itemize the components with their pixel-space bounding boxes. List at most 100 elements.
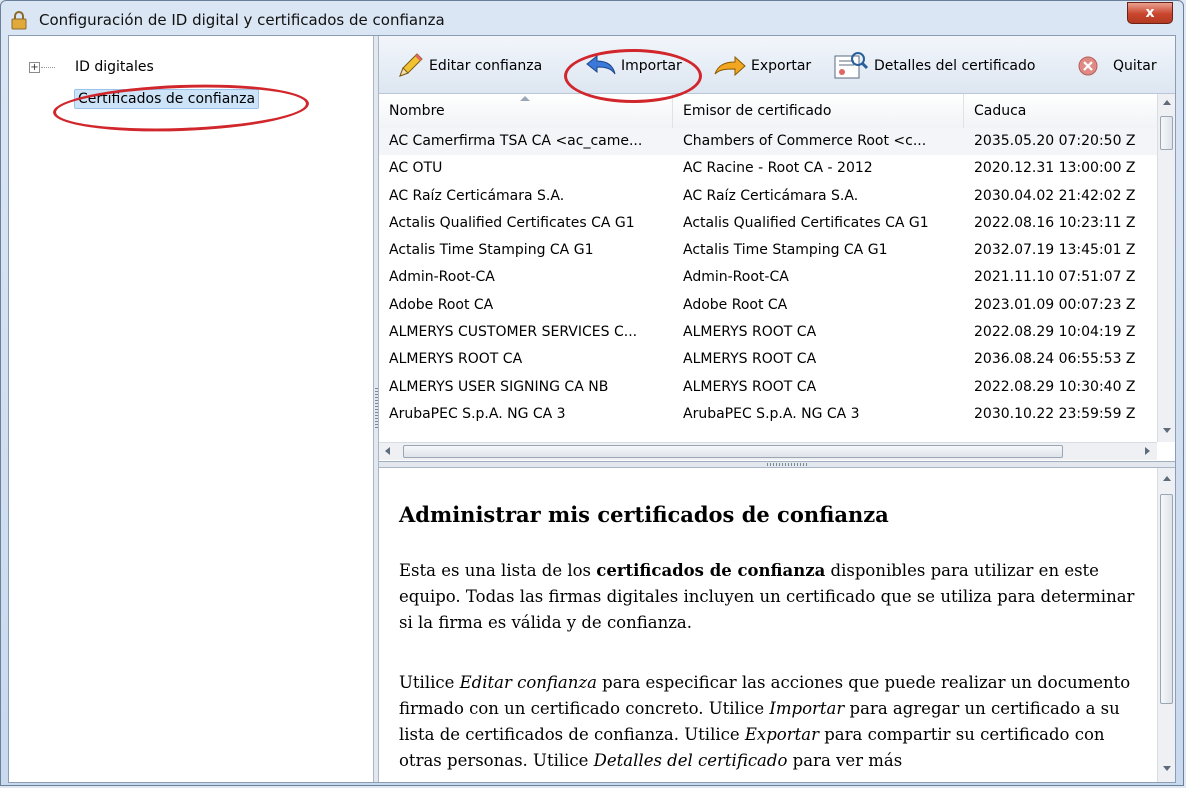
italic-text: Exportar xyxy=(744,725,819,744)
column-header-expires[interactable]: Caduca xyxy=(964,94,1157,128)
cell-issuer: ArubaPEC S.p.A. NG CA 3 xyxy=(683,405,860,422)
toolbar: Editar confianza Importar Exportar Detal… xyxy=(379,36,1175,94)
tree-item-trusted-certificates[interactable]: Certificados de confianza xyxy=(74,89,260,109)
table-row[interactable]: ArubaPEC S.p.A. NG CA 3 ArubaPEC S.p.A. N… xyxy=(379,401,1157,428)
cell-name: AC OTU xyxy=(389,160,443,177)
dialog-window: Configuración de ID digital y certificad… xyxy=(0,0,1184,786)
cell-expires: 2032.07.19 13:45:01 Z xyxy=(974,242,1136,259)
table-header: Nombre Emisor de certificado Caduca xyxy=(379,94,1157,129)
title-bar[interactable]: Configuración de ID digital y certificad… xyxy=(1,1,1183,37)
tree-connector xyxy=(41,67,55,68)
column-header-issuer-label: Emisor de certificado xyxy=(683,103,832,119)
cell-name: ALMERYS CUSTOMER SERVICES C... xyxy=(389,324,638,341)
cell-expires: 2022.08.29 10:30:40 Z xyxy=(974,378,1136,395)
column-header-issuer[interactable]: Emisor de certificado xyxy=(673,94,964,128)
scroll-down-icon[interactable] xyxy=(1163,766,1171,771)
scroll-thumb[interactable] xyxy=(1160,116,1173,150)
column-header-expires-label: Caduca xyxy=(974,103,1027,119)
text-run: Esta es una lista de los xyxy=(399,561,597,580)
cell-issuer: Adobe Root CA xyxy=(683,296,788,313)
description-paragraph-2: Utilice Editar confianza para especifica… xyxy=(399,670,1151,774)
description-paragraph-1: Esta es una lista de los certificados de… xyxy=(399,558,1151,636)
scroll-up-icon[interactable] xyxy=(1163,100,1171,105)
remove-icon xyxy=(1078,56,1098,76)
cell-expires: 2030.04.02 21:42:02 Z xyxy=(974,187,1136,204)
table-row[interactable]: Actalis Time Stamping CA G1 Actalis Time … xyxy=(379,237,1157,264)
import-button[interactable]: Importar xyxy=(585,54,682,78)
table-vertical-scrollbar[interactable] xyxy=(1157,94,1175,442)
cell-issuer: Actalis Qualified Certificates CA G1 xyxy=(683,214,929,231)
cell-name: Adobe Root CA xyxy=(389,296,494,313)
splitter-grip xyxy=(375,388,378,428)
cell-issuer: Actalis Time Stamping CA G1 xyxy=(683,242,888,259)
table-row[interactable]: AC Raíz Certicámara S.A. AC Raíz Certicám… xyxy=(379,183,1157,210)
cell-expires: 2022.08.16 10:23:11 Z xyxy=(974,214,1136,231)
lock-icon xyxy=(11,11,27,30)
certificates-pane: Editar confianza Importar Exportar Detal… xyxy=(379,36,1175,782)
table-row[interactable]: Adobe Root CA Adobe Root CA 2023.01.09 00:… xyxy=(379,292,1157,319)
scroll-down-icon[interactable] xyxy=(1163,428,1171,433)
cell-name: ArubaPEC S.p.A. NG CA 3 xyxy=(389,405,566,422)
cell-expires: 2021.11.10 07:51:07 Z xyxy=(974,269,1136,286)
sort-ascending-icon xyxy=(520,96,530,101)
cell-expires: 2022.08.29 10:04:19 Z xyxy=(974,324,1136,341)
certificate-details-button[interactable]: Detalles del certificado xyxy=(832,52,1036,79)
table-row[interactable]: Actalis Qualified Certificates CA G1 Acta… xyxy=(379,210,1157,237)
description-vertical-scrollbar[interactable] xyxy=(1157,468,1175,782)
export-arrow-icon xyxy=(714,55,746,77)
category-tree: + ID digitales Certificados de confianza xyxy=(9,36,373,782)
export-button[interactable]: Exportar xyxy=(713,54,811,78)
cell-name: Actalis Time Stamping CA G1 xyxy=(389,242,594,259)
export-label: Exportar xyxy=(751,58,812,74)
expand-icon[interactable]: + xyxy=(29,62,40,73)
table-row[interactable]: ALMERYS CUSTOMER SERVICES C... ALMERYS RO… xyxy=(379,319,1157,346)
cell-expires: 2020.12.31 13:00:00 Z xyxy=(974,160,1136,177)
table-row[interactable]: Admin-Root-CA Admin-Root-CA 2021.11.10 07:… xyxy=(379,264,1157,291)
cell-expires: 2035.05.20 07:20:50 Z xyxy=(974,133,1136,149)
text-run: para ver más xyxy=(787,751,903,770)
horizontal-scroll-thumb[interactable] xyxy=(403,445,1063,458)
cell-issuer: Chambers of Commerce Root <c... xyxy=(683,133,927,149)
remove-label: Quitar xyxy=(1113,58,1157,74)
certificates-table: Nombre Emisor de certificado Caduca AC C… xyxy=(379,94,1175,462)
cell-name: AC Raíz Certicámara S.A. xyxy=(389,187,565,204)
scroll-left-icon[interactable] xyxy=(385,447,390,455)
scroll-right-icon[interactable] xyxy=(1145,447,1150,455)
import-label: Importar xyxy=(621,58,682,74)
cell-issuer: ALMERYS ROOT CA xyxy=(683,378,817,395)
table-row[interactable]: AC Camerfirma TSA CA <ac_came... Chambers… xyxy=(379,128,1157,156)
window-title: Configuración de ID digital y certificad… xyxy=(39,11,445,29)
italic-text: Editar confianza xyxy=(459,673,597,692)
cell-name: ALMERYS USER SIGNING CA NB xyxy=(389,378,609,395)
dialog-body: + ID digitales Certificados de confianza… xyxy=(8,35,1176,783)
pencil-icon xyxy=(399,53,423,77)
cell-issuer: Admin-Root-CA xyxy=(683,269,789,286)
edit-trust-button[interactable]: Editar confianza xyxy=(395,53,543,78)
cell-issuer: ALMERYS ROOT CA xyxy=(683,351,817,368)
remove-button[interactable]: Quitar xyxy=(1077,54,1157,78)
table-row[interactable]: ALMERYS USER SIGNING CA NB ALMERYS ROOT C… xyxy=(379,374,1157,401)
description-heading: Administrar mis certificados de confianz… xyxy=(399,502,889,527)
bold-text: certificados de confianza xyxy=(596,561,826,580)
italic-text: Detalles del certificado xyxy=(593,751,788,770)
table-horizontal-scrollbar[interactable] xyxy=(379,442,1157,460)
cell-name: ALMERYS ROOT CA xyxy=(389,351,523,368)
import-arrow-icon xyxy=(586,54,616,75)
table-row[interactable]: AC OTU AC Racine - Root CA - 2012 2020.12.… xyxy=(379,155,1157,182)
scroll-up-icon[interactable] xyxy=(1163,476,1171,481)
scroll-thumb[interactable] xyxy=(1160,494,1173,704)
close-button[interactable]: x xyxy=(1127,2,1173,24)
cell-expires: 2036.08.24 06:55:53 Z xyxy=(974,351,1136,368)
tree-item-digital-ids[interactable]: ID digitales xyxy=(75,59,154,75)
certificate-details-icon xyxy=(834,52,869,79)
table-row[interactable]: ALMERYS ROOT CA ALMERYS ROOT CA 2036.08.24… xyxy=(379,346,1157,373)
column-header-name-label: Nombre xyxy=(389,103,445,119)
cell-expires: 2023.01.09 00:07:23 Z xyxy=(974,296,1136,313)
cell-name: AC Camerfirma TSA CA <ac_came... xyxy=(389,133,643,149)
table-body: AC Camerfirma TSA CA <ac_came... Chambers… xyxy=(379,128,1157,428)
column-header-name[interactable]: Nombre xyxy=(379,94,673,128)
splitter-grip xyxy=(767,463,807,466)
description-panel: Administrar mis certificados de confianz… xyxy=(379,468,1175,782)
certificate-details-label: Detalles del certificado xyxy=(874,58,1036,74)
edit-trust-label: Editar confianza xyxy=(429,58,543,74)
